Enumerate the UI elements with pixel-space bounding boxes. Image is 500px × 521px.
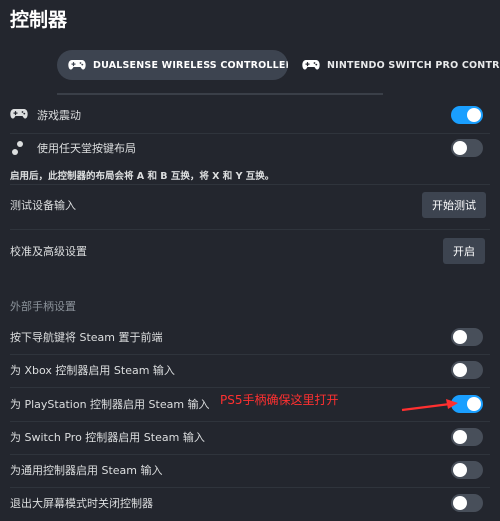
guide-steam-toggle[interactable] bbox=[451, 328, 483, 346]
nintendo-layout-toggle[interactable] bbox=[451, 139, 483, 157]
divider bbox=[10, 454, 490, 455]
divider bbox=[10, 133, 490, 134]
tab-dualsense-label: DUALSENSE WIRELESS CONTROLLER bbox=[93, 59, 288, 71]
annotation-arrow-icon bbox=[401, 399, 458, 412]
shutdown-on-exit-toggle[interactable] bbox=[451, 494, 483, 512]
vibration-label: 游戏震动 bbox=[37, 109, 81, 122]
calibration-label: 校准及高级设置 bbox=[10, 245, 87, 258]
gamepad-icon bbox=[68, 60, 86, 70]
divider bbox=[10, 421, 490, 422]
setting-row-calibration: 校准及高级设置 开启 bbox=[0, 236, 500, 266]
buttons-icon bbox=[12, 141, 23, 155]
layout-note: 启用后，此控制器的布局会将 A 和 B 互换，将 X 和 Y 互换。 bbox=[10, 171, 275, 182]
start-test-button[interactable]: 开始测试 bbox=[422, 192, 486, 218]
tab-switch-pro[interactable]: NINTENDO SWITCH PRO CONTROLLER bbox=[300, 50, 500, 80]
open-calibration-button[interactable]: 开启 bbox=[443, 238, 485, 264]
switch-pro-steam-input-toggle[interactable] bbox=[451, 428, 483, 446]
section-title-external: 外部手柄设置 bbox=[10, 300, 76, 313]
generic-steam-input-toggle[interactable] bbox=[451, 461, 483, 479]
setting-row-generic-steam-input: 为通用控制器启用 Steam 输入 bbox=[0, 458, 500, 482]
divider bbox=[10, 184, 490, 185]
setting-row-vibration: 游戏震动 bbox=[0, 103, 500, 127]
divider bbox=[10, 487, 490, 488]
nintendo-layout-label: 使用任天堂按键布局 bbox=[37, 142, 136, 155]
setting-row-guide-steam: 按下导航键将 Steam 置于前端 bbox=[0, 325, 500, 349]
setting-row-xbox-steam-input: 为 Xbox 控制器启用 Steam 输入 bbox=[0, 358, 500, 382]
xbox-steam-input-toggle[interactable] bbox=[451, 361, 483, 379]
setting-row-test-input: 测试设备输入 开始测试 bbox=[0, 190, 500, 220]
divider bbox=[10, 387, 490, 388]
setting-row-switch-pro-steam-input: 为 Switch Pro 控制器启用 Steam 输入 bbox=[0, 425, 500, 449]
controller-tabs: DUALSENSE WIRELESS CONTROLLER NINTENDO S… bbox=[0, 50, 500, 82]
gamepad-icon bbox=[302, 60, 320, 70]
generic-steam-input-label: 为通用控制器启用 Steam 输入 bbox=[10, 464, 163, 477]
tab-dualsense[interactable]: DUALSENSE WIRELESS CONTROLLER bbox=[57, 50, 288, 80]
tab-underline bbox=[57, 93, 383, 95]
annotation-text: PS5手柄确保这里打开 bbox=[220, 393, 339, 407]
switch-pro-steam-input-label: 为 Switch Pro 控制器启用 Steam 输入 bbox=[10, 431, 205, 444]
setting-row-nintendo-layout: 使用任天堂按键布局 bbox=[0, 136, 500, 160]
divider bbox=[10, 354, 490, 355]
guide-steam-label: 按下导航键将 Steam 置于前端 bbox=[10, 331, 163, 344]
vibration-toggle[interactable] bbox=[451, 106, 483, 124]
playstation-steam-input-label: 为 PlayStation 控制器启用 Steam 输入 bbox=[10, 398, 210, 411]
gamepad-icon bbox=[10, 109, 28, 119]
divider bbox=[10, 229, 490, 230]
xbox-steam-input-label: 为 Xbox 控制器启用 Steam 输入 bbox=[10, 364, 175, 377]
setting-row-shutdown-on-exit: 退出大屏幕模式时关闭控制器 bbox=[0, 491, 500, 515]
shutdown-on-exit-label: 退出大屏幕模式时关闭控制器 bbox=[10, 497, 153, 510]
page-title: 控制器 bbox=[10, 9, 68, 31]
tab-switch-pro-label: NINTENDO SWITCH PRO CONTROLLER bbox=[327, 59, 500, 71]
test-input-label: 测试设备输入 bbox=[10, 199, 76, 212]
